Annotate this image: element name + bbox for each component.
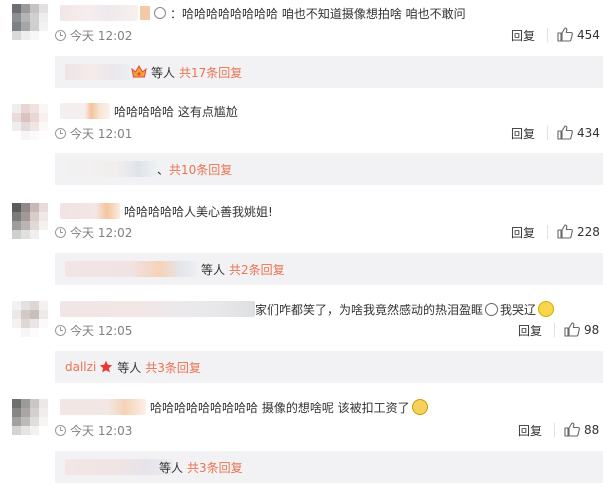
sub-reply-etc: 等人 [151,65,176,80]
star-icon [100,360,113,373]
avatar[interactable] [12,203,48,239]
comment-time: 今天 12:03 [55,422,132,439]
badge-icon [140,6,150,20]
clock-icon [55,325,66,336]
sub-reply-etc: 等人 [159,460,184,475]
like-button[interactable]: 88 [564,422,599,437]
sub-replies-bar[interactable]: 等人 共17条回复 [55,56,603,88]
like-count: 434 [577,125,600,140]
like-count: 454 [577,27,600,42]
emoji-icon [538,301,555,317]
thumbs-up-icon [557,27,573,42]
sub-reply-count-link[interactable]: 共10条回复 [169,161,232,178]
emoji-icon [485,302,499,316]
crown-icon [131,65,147,79]
comment-text-line: 家们咋都笑了，为啥我竟然感动的热泪盈眶 我哭辽 [60,300,556,318]
reply-button[interactable]: 回复 [511,224,535,241]
divider [547,225,548,239]
comment-time: 今天 12:01 [55,125,132,142]
sub-reply-users-blurred [65,459,173,475]
username-blurred[interactable] [60,103,110,119]
divider [547,126,548,140]
like-button[interactable]: 434 [557,125,600,140]
sub-reply-users-blurred [65,64,129,80]
sub-reply-count-link[interactable]: 共3条回复 [145,359,201,376]
sub-reply-etc: 等人 [117,360,142,375]
clock-icon [55,128,66,139]
divider [554,323,555,337]
thumbs-up-icon [564,322,580,337]
sub-reply-users-blurred [65,161,157,177]
comment-item: ：哈哈哈哈哈哈哈哈 咱也不知道摄像想拍啥 咱也不敢问 今天 12:02 回复 4… [0,0,608,96]
like-button[interactable]: 98 [564,322,599,337]
sub-reply-etc: 等人 [201,262,226,277]
username-blurred[interactable] [60,301,255,317]
reply-button[interactable]: 回复 [518,422,542,439]
like-count: 88 [584,422,600,437]
reply-button[interactable]: 回复 [518,322,542,339]
like-count: 98 [584,322,600,337]
sub-reply-users-blurred [65,261,197,277]
comment-time: 今天 12:02 [55,224,132,241]
clock-icon [55,425,66,436]
sub-reply-etc: 、 [157,162,170,177]
comment-text-line: 哈哈哈哈哈哈哈哈哈 摄像的想啥呢 该被扣工资了 [60,398,430,416]
comment-text-line: 哈哈哈哈哈 这有点尴尬 [60,102,238,120]
comment-content: 家们咋都笑了，为啥我竟然感动的热泪盈眶 [255,302,484,317]
comment-content: 哈哈哈哈哈 这有点尴尬 [114,104,238,119]
sub-replies-bar[interactable]: 、 共10条回复 [55,153,603,185]
avatar[interactable] [12,399,48,435]
sub-replies-bar[interactable]: 等人 共2条回复 [55,253,603,285]
sub-replies-bar[interactable]: 等人 共3条回复 [55,451,603,483]
like-button[interactable]: 454 [557,27,600,42]
clock-icon [55,227,66,238]
sub-reply-count-link[interactable]: 共3条回复 [187,459,243,476]
divider [547,28,548,42]
comment-content: ：哈哈哈哈哈哈哈哈 咱也不知道摄像想拍啥 咱也不敢问 [170,6,466,21]
avatar[interactable] [12,301,48,337]
comment-time: 今天 12:05 [55,322,132,339]
emoji-icon [411,399,428,415]
comment-item: 哈哈哈哈哈人美心善我姚姐! 今天 12:02 回复 228 等人 共2条回复 [0,198,608,292]
thumbs-up-icon [557,125,573,140]
username-blurred[interactable] [60,399,146,415]
clock-icon [55,30,66,41]
comment-item: 哈哈哈哈哈哈哈哈哈 摄像的想啥呢 该被扣工资了 今天 12:03 回复 88 等… [0,394,608,489]
thumbs-up-icon [564,422,580,437]
comment-text-line: 哈哈哈哈哈人美心善我姚姐! [60,202,273,220]
avatar[interactable] [12,104,48,140]
comment-text-line: ：哈哈哈哈哈哈哈哈 咱也不知道摄像想拍啥 咱也不敢问 [60,4,466,22]
avatar[interactable] [12,4,48,40]
username-blurred[interactable] [60,5,138,21]
like-count: 228 [577,224,600,239]
comment-content-tail: 我哭辽 [500,302,537,317]
comment-content: 哈哈哈哈哈哈哈哈哈 摄像的想啥呢 该被扣工资了 [150,400,410,415]
comment-content: 哈哈哈哈哈人美心善我姚姐! [124,204,273,219]
sub-reply-username[interactable]: dallzi [65,360,96,374]
like-button[interactable]: 228 [557,224,600,239]
comment-time: 今天 12:02 [55,27,132,44]
comment-item: 哈哈哈哈哈 这有点尴尬 今天 12:01 回复 434 、 共10条回复 [0,98,608,194]
sub-reply-count-link[interactable]: 共2条回复 [229,261,285,278]
reply-button[interactable]: 回复 [511,27,535,44]
emoji-icon [154,7,166,19]
sub-replies-bar[interactable]: dallzi 等人 共3条回复 [55,351,603,383]
reply-button[interactable]: 回复 [511,125,535,142]
thumbs-up-icon [557,224,573,239]
divider [554,423,555,437]
sub-reply-count-link[interactable]: 共17条回复 [179,64,242,81]
username-blurred[interactable] [60,203,120,219]
comment-item: 家们咋都笑了，为啥我竟然感动的热泪盈眶 我哭辽 今天 12:05 回复 98 d… [0,296,608,390]
